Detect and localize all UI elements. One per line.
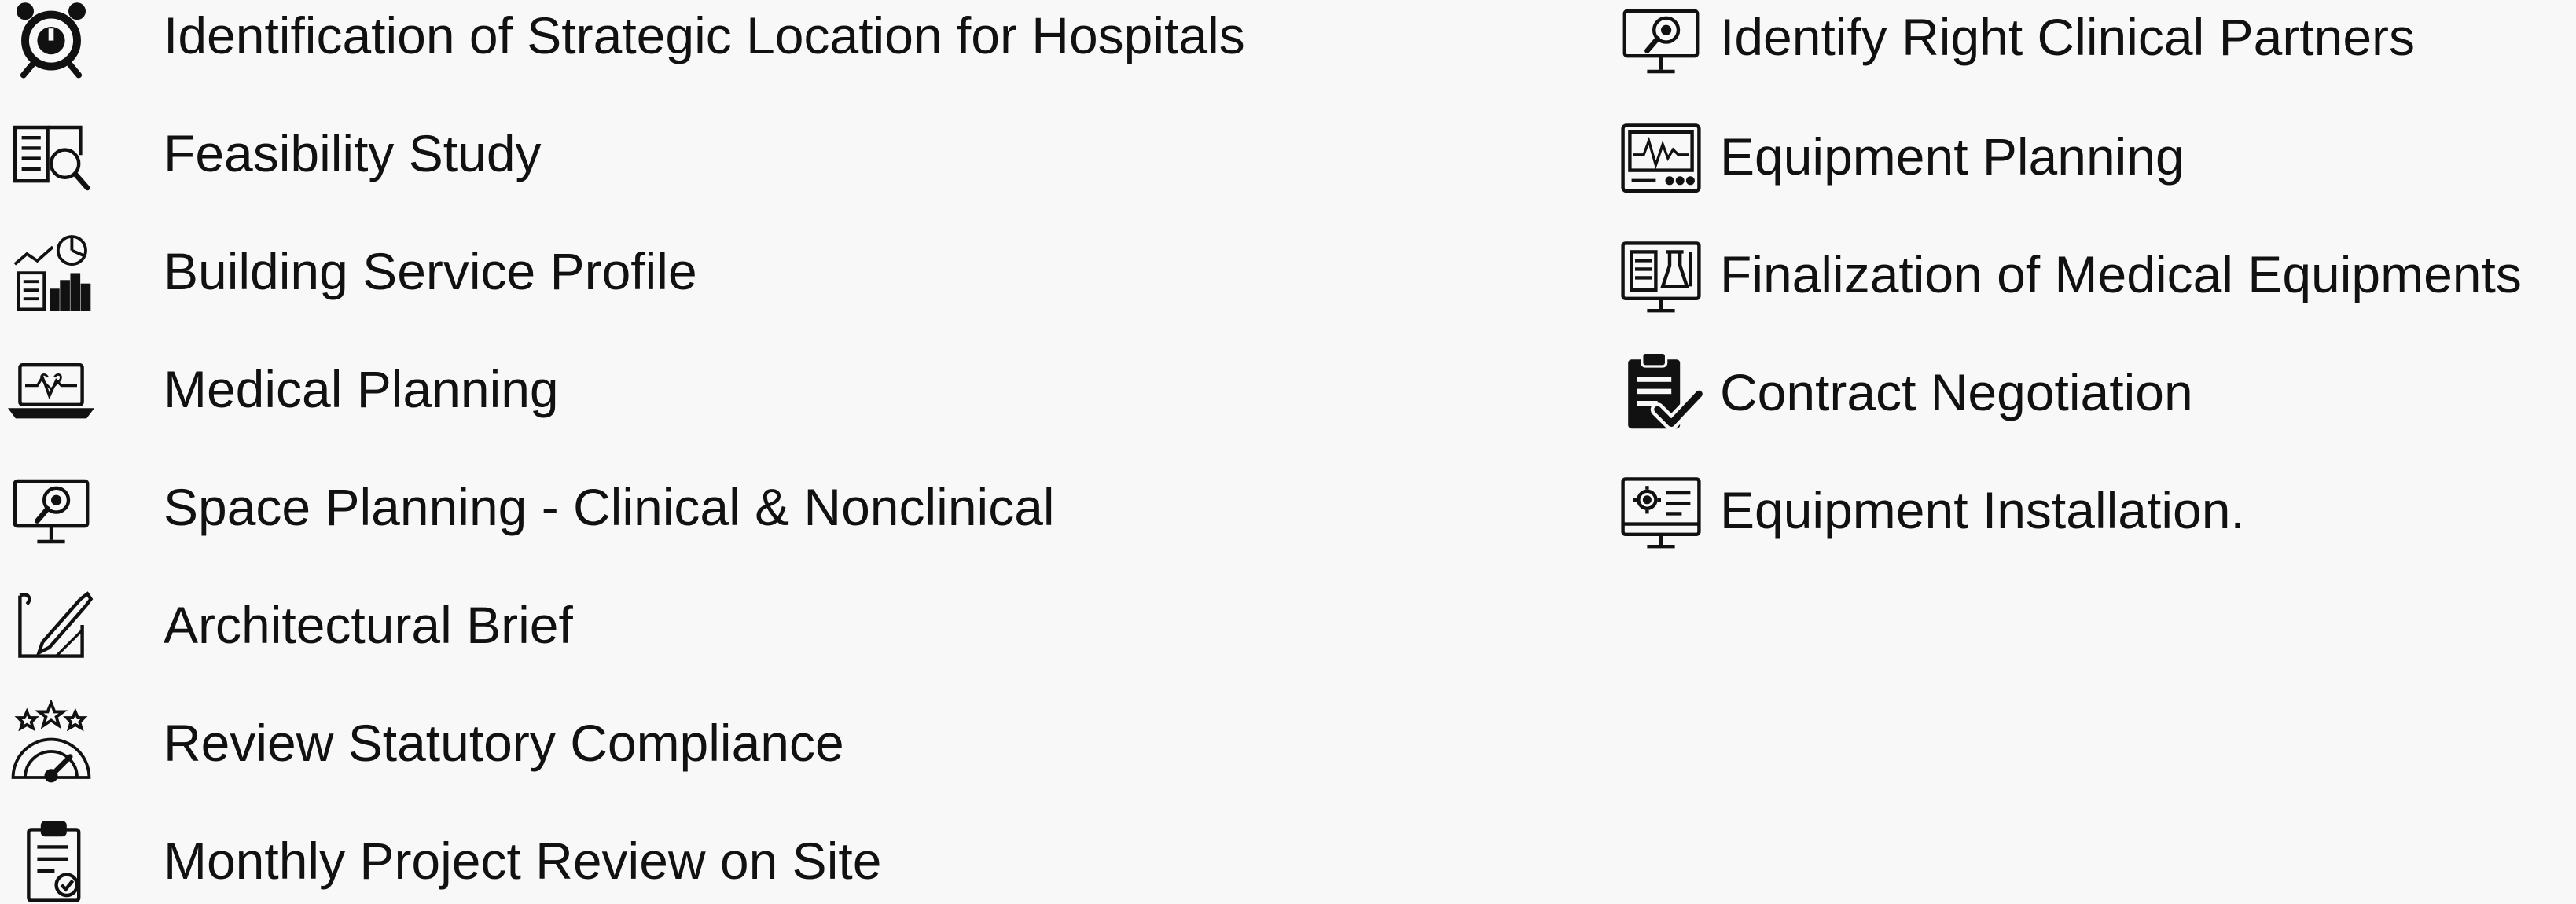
book-search-icon: [8, 110, 94, 197]
ecg-monitor-icon: [1618, 113, 1704, 200]
blueprint-pencil-icon: [8, 582, 94, 668]
service-label: Equipment Planning: [1720, 127, 2185, 186]
service-label: Identification of Strategic Location for…: [164, 6, 1245, 64]
service-label: Identify Right Clinical Partners: [1720, 8, 2416, 66]
monitor-gear-icon: [1618, 467, 1704, 553]
monitor-lab-icon: [1618, 231, 1704, 318]
clipboard-checkmark-icon: [1618, 349, 1704, 435]
service-label: Equipment Installation.: [1720, 481, 2245, 539]
building-chart-icon: [8, 228, 94, 314]
service-label: Space Planning - Clinical & Nonclinical: [164, 478, 1055, 536]
service-label: Medical Planning: [164, 360, 559, 418]
alarm-clock-icon: [8, 0, 94, 79]
service-label: Monthly Project Review on Site: [164, 832, 882, 890]
service-label: Finalization of Medical Equipments: [1720, 245, 2522, 303]
clipboard-check-icon: [8, 818, 94, 904]
service-label: Review Statutory Compliance: [164, 714, 844, 772]
laptop-heartbeat-icon: [8, 346, 94, 432]
rating-gauge-icon: [8, 700, 94, 786]
service-label: Contract Negotiation: [1720, 363, 2193, 421]
service-label: Architectural Brief: [164, 596, 573, 654]
service-label: Building Service Profile: [164, 242, 697, 300]
service-label: Feasibility Study: [164, 124, 542, 182]
monitor-search-icon: [1618, 0, 1704, 80]
monitor-search-icon: [8, 464, 94, 550]
